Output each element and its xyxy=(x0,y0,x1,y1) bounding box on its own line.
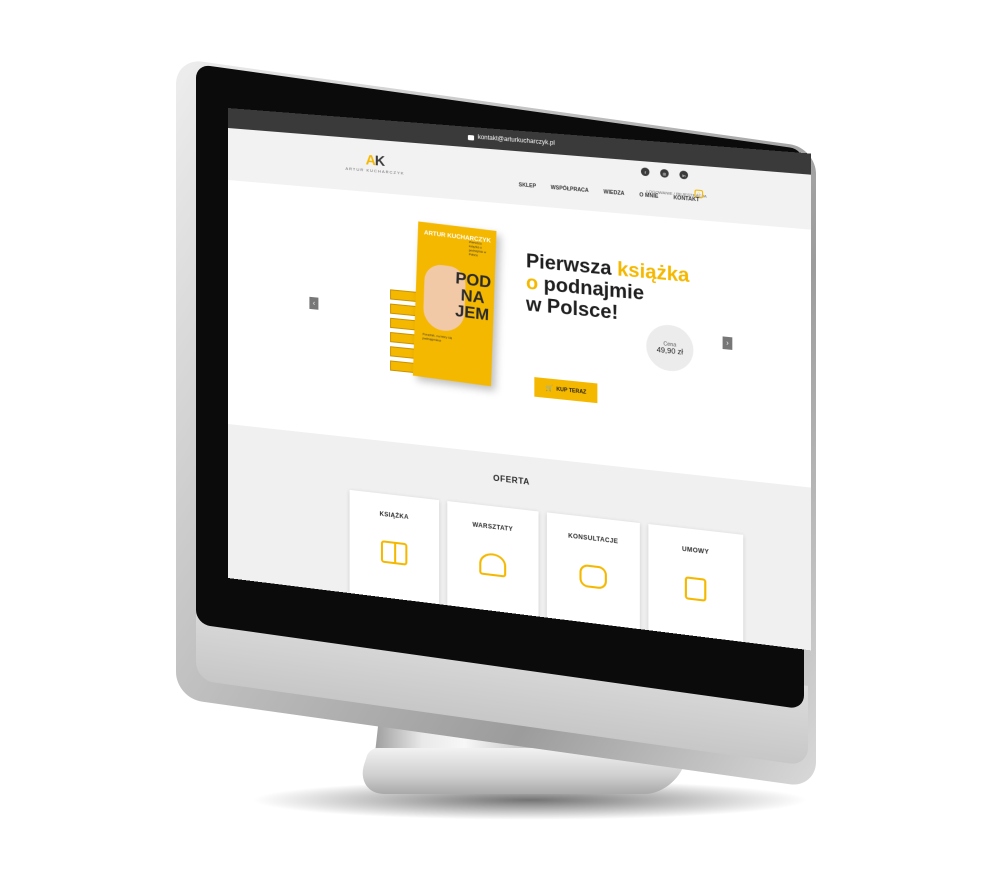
offer-card-label: KSIĄŻKA xyxy=(379,511,409,522)
nav-item-contact[interactable]: KONTAKT xyxy=(673,195,699,203)
hero-headline: Pierwsza książka o podnajmie w Polsce! xyxy=(525,250,690,325)
nav-item-about[interactable]: O MNIE xyxy=(639,192,658,200)
facebook-icon[interactable]: f xyxy=(640,167,650,177)
offer-card-contracts[interactable]: UMOWY xyxy=(648,524,744,651)
people-icon xyxy=(479,551,507,578)
offer-card-label: WARSZTATY xyxy=(472,522,514,534)
site-logo[interactable]: AK ARTUR KUCHARCZYK xyxy=(340,149,411,185)
monitor-screen: kontakt@arturkucharczyk.pl AK ARTUR KUCH… xyxy=(228,108,811,651)
offer-card-label: KONSULTACJE xyxy=(568,533,619,546)
book-side-text: Pierwsza książka o podnajmie w Polsce xyxy=(468,239,487,258)
linkedin-icon[interactable]: in xyxy=(679,170,689,180)
contact-email[interactable]: kontakt@arturkucharczyk.pl xyxy=(478,135,555,147)
social-links: f ◎ in xyxy=(640,167,689,180)
slider-prev-arrow[interactable]: ‹ xyxy=(309,296,319,310)
book-title: POD NA JEM xyxy=(454,269,492,325)
book-subtitle: Poradnik, na który się podnajęmiesz xyxy=(422,332,453,343)
instagram-icon[interactable]: ◎ xyxy=(660,168,669,178)
offer-card-workshops[interactable]: WARSZTATY xyxy=(447,501,539,625)
nav-item-knowledge[interactable]: WIEDZA xyxy=(604,189,625,197)
monitor-photo: kontakt@arturkucharczyk.pl AK ARTUR KUCH… xyxy=(0,0,1001,871)
mail-icon xyxy=(468,134,475,141)
offer-card-book[interactable]: KSIĄŻKA xyxy=(349,489,440,613)
offer-card-consultations[interactable]: KONSULTACJE xyxy=(546,512,640,638)
book-icon xyxy=(380,540,408,566)
buy-now-label: KUP TERAZ xyxy=(556,386,587,396)
nav-item-shop[interactable]: SKLEP xyxy=(519,182,536,190)
offer-card-label: UMOWY xyxy=(682,546,710,557)
slider-next-arrow[interactable]: › xyxy=(722,336,733,350)
shopping-cart-icon: 🛒 xyxy=(545,385,554,393)
document-icon xyxy=(684,576,707,602)
nav-item-cooperation[interactable]: WSPÓŁPRACA xyxy=(551,185,589,194)
book-cover-image: ARTUR KUCHARCZYK Pierwsza książka o podn… xyxy=(412,221,497,387)
chat-icon xyxy=(579,563,607,590)
buy-now-button[interactable]: 🛒 KUP TERAZ xyxy=(534,377,598,404)
website: kontakt@arturkucharczyk.pl AK ARTUR KUCH… xyxy=(228,108,811,651)
